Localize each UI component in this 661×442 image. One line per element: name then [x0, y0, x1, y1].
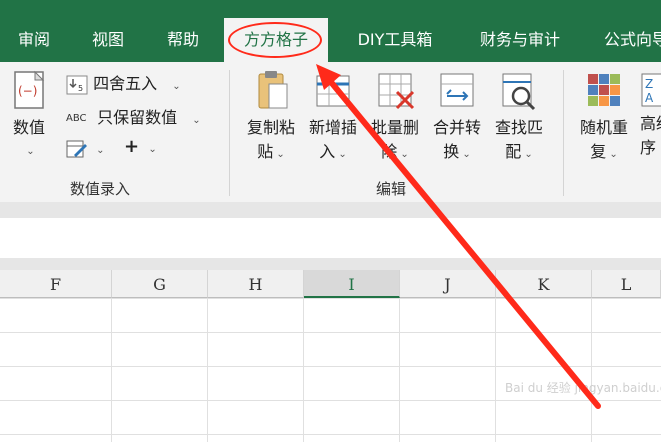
- round-label: 四舍五入: [93, 74, 158, 93]
- grid-line: [495, 298, 496, 442]
- copy-paste-label-1: 复制粘: [246, 118, 295, 137]
- chevron-down-icon: ⌄: [192, 115, 201, 126]
- insert-button[interactable]: 新增插 入 ⌄: [305, 68, 361, 167]
- column-header-f[interactable]: F: [0, 270, 112, 298]
- svg-text:Z: Z: [645, 77, 653, 91]
- chevron-down-icon: ⌄: [609, 149, 618, 160]
- delete-grid-icon: [375, 68, 415, 112]
- chevron-down-icon: ⌄: [276, 149, 285, 160]
- column-header-g[interactable]: G: [112, 270, 208, 298]
- ribbon-panel: (−) 数值 ⌄ 5 四舍五入 ⌄ ABC 只保留数值 ⌄ ⌄ + ⌄ 数值录入…: [0, 62, 661, 203]
- cell-grid[interactable]: [0, 298, 661, 442]
- merge-convert-label-2: 换: [443, 142, 460, 161]
- formula-bar-area[interactable]: [0, 218, 661, 259]
- grid-line: [303, 298, 304, 442]
- edit-icon: [66, 139, 88, 159]
- numeric-icon: (−): [9, 68, 49, 112]
- ribbon-bottom-strip: [0, 202, 661, 218]
- add-button[interactable]: + ⌄: [124, 136, 157, 157]
- merge-convert-label-1: 合并转: [432, 118, 481, 137]
- random-repeat-label-2: 复: [590, 142, 607, 161]
- find-match-label-1: 查找匹: [494, 118, 543, 137]
- group-label-edit: 编辑: [376, 180, 407, 198]
- grid-line: [207, 298, 208, 442]
- batch-delete-label-2: 除: [381, 142, 398, 161]
- chevron-down-icon: ⌄: [462, 149, 471, 160]
- grid-line: [399, 298, 400, 442]
- advanced-sort-label-2: 序: [640, 138, 657, 157]
- chevron-down-icon: ⌄: [524, 149, 533, 160]
- edit-cell-button[interactable]: ⌄: [66, 138, 104, 159]
- find-match-button[interactable]: 查找匹 配 ⌄: [491, 68, 547, 167]
- svg-text:(−): (−): [18, 84, 37, 98]
- tab-formula-wizard[interactable]: 公式向导: [604, 22, 661, 62]
- numeric-button[interactable]: (−) 数值 ⌄: [8, 68, 50, 161]
- svg-text:5: 5: [78, 84, 83, 93]
- batch-delete-button[interactable]: 批量删 除 ⌄: [367, 68, 423, 167]
- group-divider: [563, 70, 564, 196]
- column-header-h[interactable]: H: [208, 270, 304, 298]
- sort-za-icon: ZA: [640, 68, 661, 112]
- find-match-label-2: 配: [505, 142, 522, 161]
- column-header-l[interactable]: L: [592, 270, 661, 298]
- grid-line: [111, 298, 112, 442]
- random-repeat-button[interactable]: 随机重 复 ⌄: [576, 68, 632, 167]
- copy-paste-button[interactable]: 复制粘 贴 ⌄: [243, 68, 299, 167]
- ribbon-tab-bar: 审阅 视图 帮助 方方格子 DIY工具箱 财务与审计 公式向导: [0, 0, 661, 62]
- tab-view[interactable]: 视图: [88, 22, 128, 62]
- random-repeat-label-1: 随机重: [579, 118, 628, 137]
- annotation-circle: [228, 22, 322, 58]
- insert-label-1: 新增插: [308, 118, 357, 137]
- plus-icon: +: [124, 136, 140, 157]
- keep-values-label: 只保留数值: [97, 108, 178, 127]
- numeric-button-label: 数值: [12, 118, 45, 137]
- insert-icon: [313, 68, 353, 112]
- tab-review[interactable]: 审阅: [14, 22, 54, 62]
- column-header-j[interactable]: J: [400, 270, 496, 298]
- round-icon: 5: [66, 75, 88, 95]
- magnifier-icon: [499, 68, 539, 112]
- advanced-sort-button[interactable]: ZA 高级 序: [640, 68, 661, 160]
- svg-text:A: A: [645, 91, 654, 105]
- abc-icon: ABC: [66, 113, 87, 124]
- chevron-down-icon: ⌄: [148, 144, 157, 155]
- insert-label-2: 入: [319, 142, 336, 161]
- batch-delete-label-1: 批量删: [370, 118, 419, 137]
- column-header-k[interactable]: K: [496, 270, 592, 298]
- chevron-down-icon: ⌄: [338, 149, 347, 160]
- tab-diy-toolbox[interactable]: DIY工具箱: [350, 22, 440, 62]
- grid-line: [591, 298, 592, 442]
- merge-convert-button[interactable]: 合并转 换 ⌄: [429, 68, 485, 167]
- keep-values-button[interactable]: ABC 只保留数值 ⌄: [66, 104, 201, 128]
- group-divider: [229, 70, 230, 196]
- tab-help[interactable]: 帮助: [163, 22, 203, 62]
- color-grid-icon: [584, 68, 624, 112]
- round-button[interactable]: 5 四舍五入 ⌄: [66, 70, 181, 95]
- column-header-i[interactable]: I: [304, 270, 400, 298]
- chevron-down-icon: ⌄: [172, 81, 181, 92]
- merge-icon: [437, 68, 477, 112]
- tab-finance-audit[interactable]: 财务与审计: [472, 22, 568, 62]
- chevron-down-icon: ⌄: [96, 145, 105, 156]
- group-label-numeric: 数值录入: [70, 180, 131, 198]
- chevron-down-icon: ⌄: [400, 149, 409, 160]
- clipboard-icon: [251, 68, 291, 112]
- chevron-down-icon: ⌄: [26, 146, 35, 157]
- copy-paste-label-2: 贴: [257, 142, 274, 161]
- advanced-sort-label-1: 高级: [640, 114, 661, 133]
- watermark: Bai du 经验 jingyan.baidu.com: [505, 381, 661, 395]
- sheet-top-strip: [0, 258, 661, 270]
